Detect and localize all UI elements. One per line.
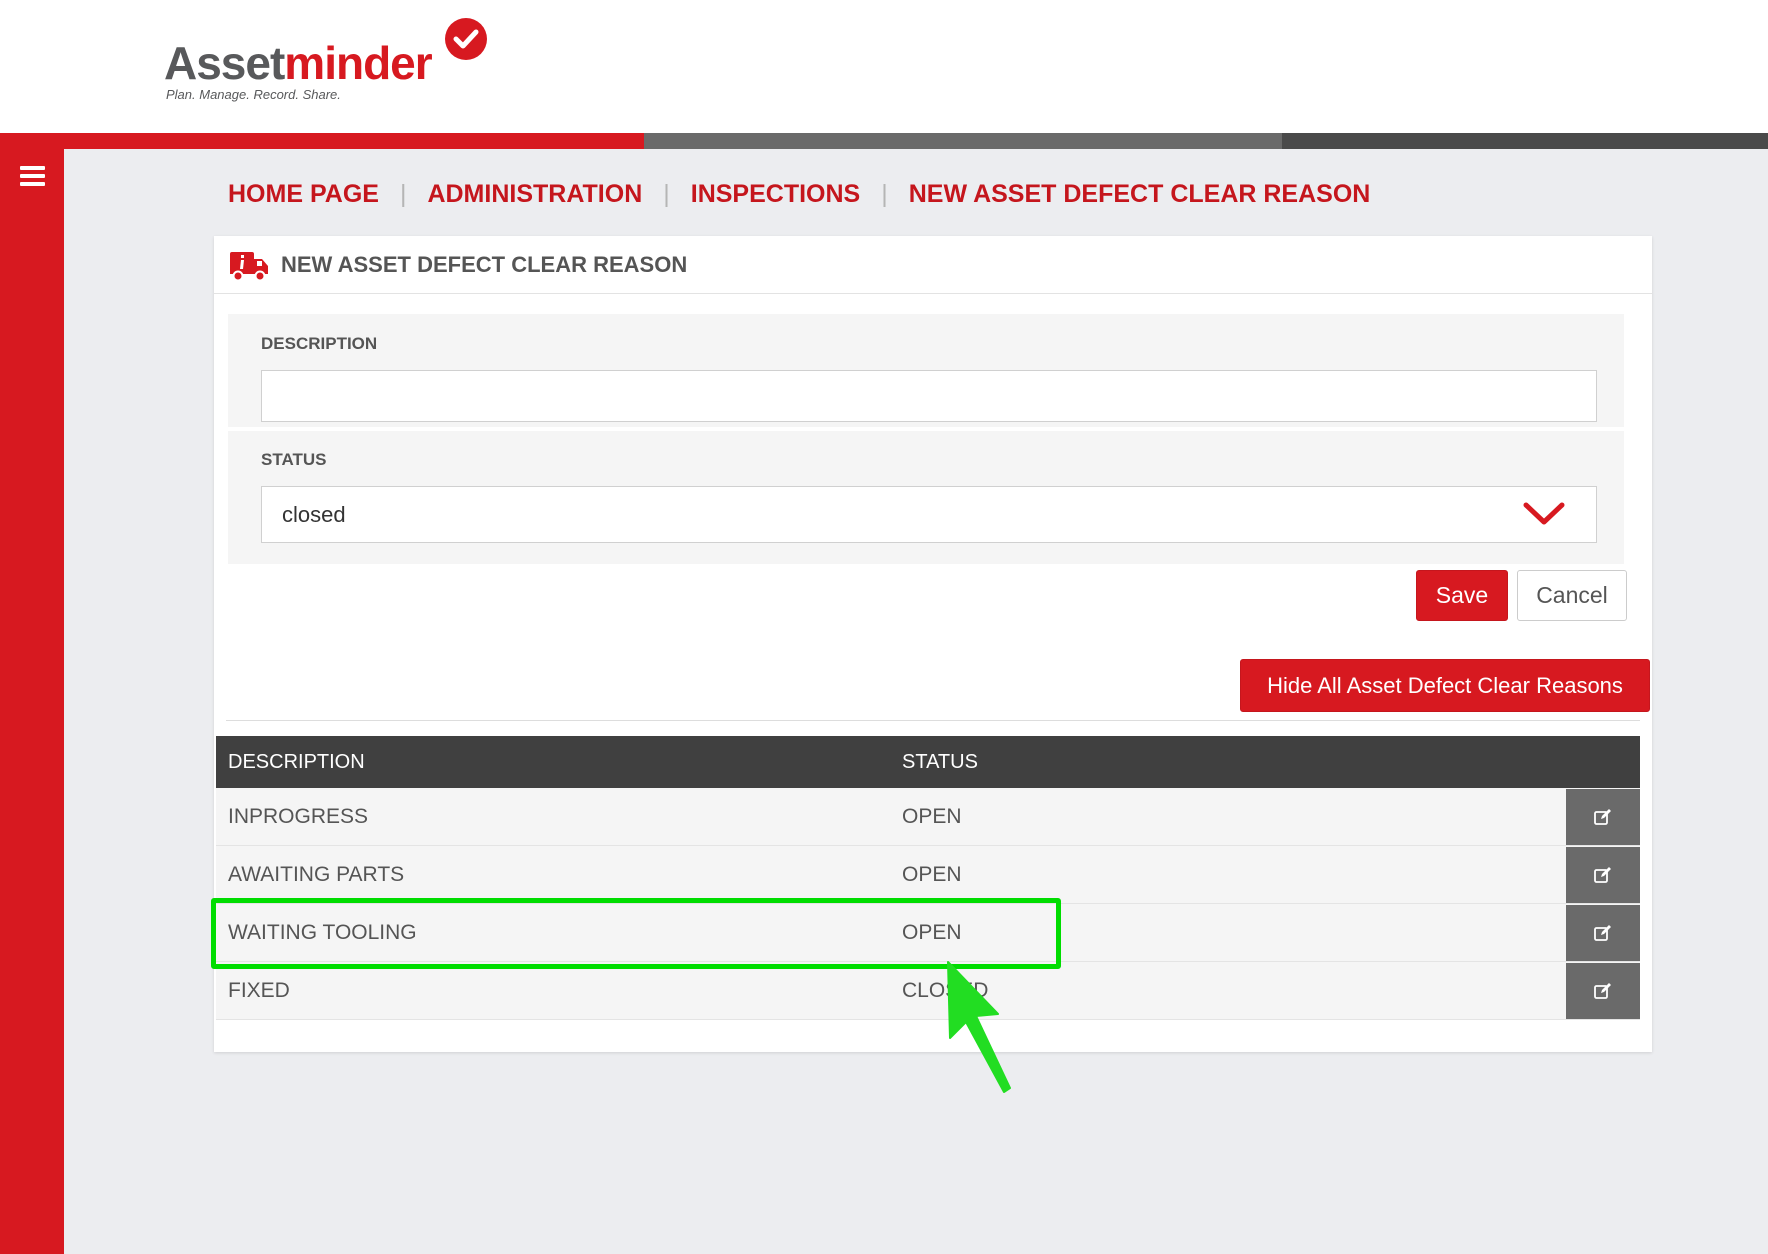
breadcrumb-home[interactable]: HOME PAGE xyxy=(228,180,379,209)
breadcrumb-separator: | xyxy=(881,179,888,208)
sidebar xyxy=(0,133,64,1254)
truck-info-icon xyxy=(229,250,271,282)
save-button[interactable]: Save xyxy=(1416,570,1508,621)
edit-icon xyxy=(1594,809,1611,825)
table-row: WAITING TOOLING OPEN xyxy=(216,904,1640,962)
logo-text-asset: Asset xyxy=(164,37,285,89)
row-status: CLOSED xyxy=(902,979,989,1002)
breadcrumb: HOME PAGE | ADMINISTRATION | INSPECTIONS… xyxy=(228,176,1370,212)
table-header: DESCRIPTION STATUS xyxy=(216,736,1640,788)
assetminder-logo[interactable]: Assetminder Plan. Manage. Record. Share. xyxy=(164,18,504,104)
defect-clear-reason-card: NEW ASSET DEFECT CLEAR REASON DESCRIPTIO… xyxy=(214,236,1652,1052)
status-select-value: closed xyxy=(282,502,346,527)
description-label: DESCRIPTION xyxy=(261,334,378,353)
card-title: NEW ASSET DEFECT CLEAR REASON xyxy=(281,252,688,277)
hide-all-reasons-button[interactable]: Hide All Asset Defect Clear Reasons xyxy=(1240,659,1650,712)
row-status: OPEN xyxy=(902,805,962,828)
logo-tagline: Plan. Manage. Record. Share. xyxy=(166,87,341,102)
logo-text-minder: minder xyxy=(284,37,432,89)
header-band-dark xyxy=(1282,133,1768,149)
row-description: FIXED xyxy=(228,979,290,1002)
edit-button[interactable] xyxy=(1566,789,1640,845)
edit-icon xyxy=(1594,983,1611,999)
status-select[interactable]: closed xyxy=(261,486,1597,543)
header-band-red xyxy=(0,133,644,149)
reasons-table: DESCRIPTION STATUS INPROGRESS OPEN AWAIT… xyxy=(216,736,1640,1020)
chevron-down-icon xyxy=(1523,502,1565,525)
edit-button[interactable] xyxy=(1566,847,1640,903)
card-header: NEW ASSET DEFECT CLEAR REASON xyxy=(214,236,1652,294)
edit-button[interactable] xyxy=(1566,905,1640,961)
breadcrumb-administration[interactable]: ADMINISTRATION xyxy=(427,180,642,209)
form-divider xyxy=(228,427,1624,431)
breadcrumb-current[interactable]: NEW ASSET DEFECT CLEAR REASON xyxy=(909,180,1371,209)
status-label: STATUS xyxy=(261,450,327,469)
edit-icon xyxy=(1594,867,1611,883)
breadcrumb-inspections[interactable]: INSPECTIONS xyxy=(691,180,860,209)
row-description: WAITING TOOLING xyxy=(228,921,417,944)
table-row: AWAITING PARTS OPEN xyxy=(216,846,1640,904)
section-divider xyxy=(226,720,1640,721)
logo-wordmark: Assetminder xyxy=(164,34,433,92)
row-description: AWAITING PARTS xyxy=(228,863,405,886)
hamburger-menu-icon[interactable] xyxy=(20,166,45,186)
header-band-grey xyxy=(644,133,1282,149)
row-description: INPROGRESS xyxy=(228,805,369,828)
app-header: Assetminder Plan. Manage. Record. Share. xyxy=(0,0,1768,133)
breadcrumb-separator: | xyxy=(663,179,670,208)
logo-check-icon xyxy=(445,18,487,60)
edit-button[interactable] xyxy=(1566,963,1640,1019)
row-status: OPEN xyxy=(902,863,962,886)
row-status: OPEN xyxy=(902,921,962,944)
edit-icon xyxy=(1594,925,1611,941)
table-row: FIXED CLOSED xyxy=(216,962,1640,1020)
table-row: INPROGRESS OPEN xyxy=(216,788,1640,846)
breadcrumb-separator: | xyxy=(399,179,407,208)
column-header-description[interactable]: DESCRIPTION xyxy=(228,736,365,788)
form-panel: DESCRIPTION STATUS closed xyxy=(228,314,1624,564)
cancel-button[interactable]: Cancel xyxy=(1517,570,1627,621)
description-input[interactable] xyxy=(261,370,1597,422)
column-header-status[interactable]: STATUS xyxy=(902,736,978,788)
